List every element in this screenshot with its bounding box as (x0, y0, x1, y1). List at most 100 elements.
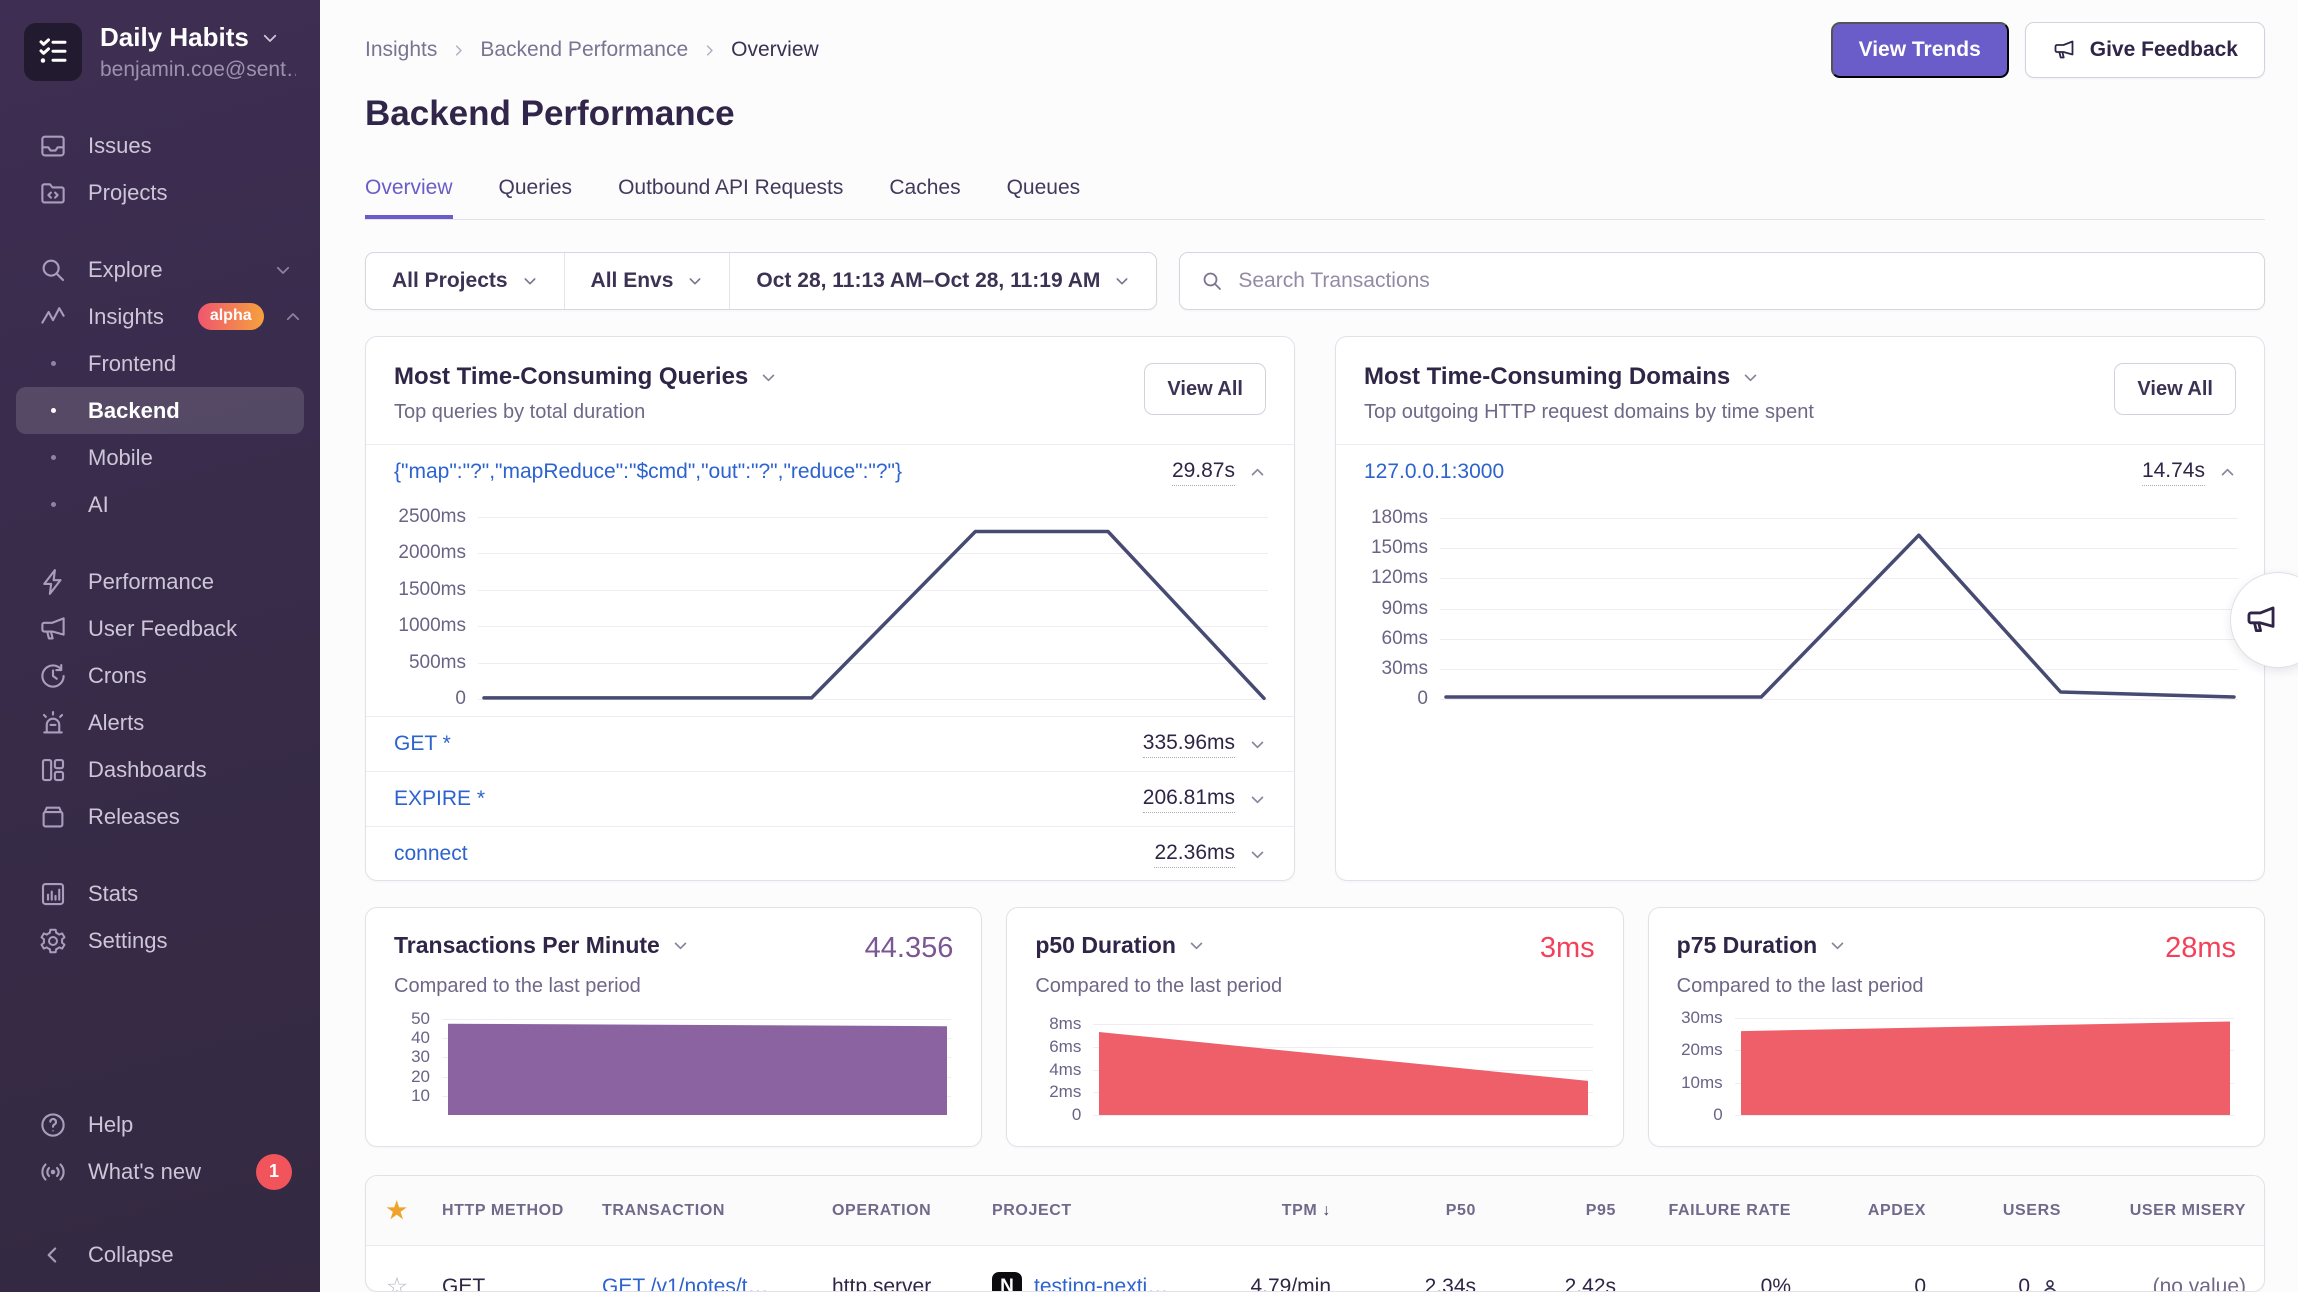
bullet-icon (38, 408, 68, 413)
org-switcher[interactable]: Daily Habits benjamin.coe@sent… (0, 22, 320, 82)
queries-view-all-button[interactable]: View All (1144, 363, 1266, 415)
star-outline-icon[interactable]: ☆ (386, 1273, 408, 1292)
breadcrumb: Insights Backend Performance Overview (365, 38, 819, 62)
sidebar-item-label: What's new (88, 1159, 201, 1185)
sidebar-item-label: Alerts (88, 710, 144, 736)
sidebar-item-label: Collapse (88, 1242, 174, 1268)
col-operation[interactable]: OPERATION (814, 1176, 974, 1246)
col-project[interactable]: PROJECT (974, 1176, 1204, 1246)
queries-panel-subtitle: Top queries by total duration (394, 401, 777, 424)
breadcrumb-insights[interactable]: Insights (365, 38, 437, 62)
col-p50[interactable]: P50 (1349, 1176, 1494, 1246)
date-range-filter[interactable]: Oct 28, 11:13 AM–Oct 28, 11:19 AM (730, 253, 1156, 309)
query-duration-value: 335.96ms (1143, 731, 1235, 758)
sidebar-item-user-feedback[interactable]: User Feedback (0, 605, 320, 652)
chevron-down-icon (1249, 791, 1266, 808)
chevron-down-icon (261, 29, 279, 47)
sidebar-item-crons[interactable]: Crons (0, 652, 320, 699)
col-failure-rate[interactable]: FAILURE RATE (1634, 1176, 1809, 1246)
view-trends-button[interactable]: View Trends (1831, 22, 2009, 78)
project-filter[interactable]: All Projects (366, 253, 565, 309)
col-p95[interactable]: P95 (1494, 1176, 1634, 1246)
tpm-title-dropdown[interactable]: Transactions Per Minute (394, 932, 689, 959)
queries-panel-header: Most Time-Consuming Queries Top queries … (366, 337, 1294, 444)
col-user-misery[interactable]: USER MISERY (2079, 1176, 2264, 1246)
org-avatar[interactable] (24, 23, 82, 81)
sidebar-collapse-button[interactable]: Collapse (0, 1231, 320, 1278)
sidebar-item-releases[interactable]: Releases (0, 793, 320, 840)
sidebar-item-explore[interactable]: Explore (0, 246, 320, 293)
p75-title-dropdown[interactable]: p75 Duration (1677, 932, 1847, 959)
col-apdex[interactable]: APDEX (1809, 1176, 1944, 1246)
pulse-line-icon (38, 302, 68, 332)
org-name[interactable]: Daily Habits (100, 22, 249, 53)
insight-panels: Most Time-Consuming Queries Top queries … (365, 336, 2265, 881)
query-duration-toggle[interactable]: 206.81ms (1143, 786, 1266, 813)
sidebar-item-settings[interactable]: Settings (0, 917, 320, 964)
star-filled-icon[interactable]: ★ (386, 1197, 407, 1223)
chevron-down-icon (1249, 736, 1266, 753)
cell-apdex: 0 (1809, 1246, 1944, 1292)
tab-queries[interactable]: Queries (499, 176, 573, 219)
sidebar-item-whats-new[interactable]: What's new 1 (0, 1148, 320, 1195)
cell-user-misery: (no value) (2079, 1246, 2264, 1292)
sidebar-item-label: User Feedback (88, 616, 237, 642)
tab-queues[interactable]: Queues (1007, 176, 1081, 219)
domain-duration-value: 14.74s (2142, 459, 2205, 486)
sidebar-item-backend[interactable]: Backend (16, 387, 304, 434)
sidebar-item-insights[interactable]: Insights alpha (0, 293, 320, 340)
query-link[interactable]: connect (394, 842, 468, 866)
metric-cards: Transactions Per Minute 44.356 Compared … (365, 907, 2265, 1147)
clock-icon (38, 661, 68, 691)
sidebar-item-label: Projects (88, 180, 167, 206)
col-http-method[interactable]: HTTP METHOD (424, 1176, 584, 1246)
chevron-down-icon (1829, 937, 1846, 954)
project-link[interactable]: testing-nextj… (1034, 1275, 1168, 1292)
col-tpm-sorted[interactable]: TPM ↓ (1204, 1176, 1349, 1246)
tab-caches[interactable]: Caches (889, 176, 960, 219)
chevron-down-icon (522, 273, 538, 289)
megaphone-icon (38, 614, 68, 644)
tab-outbound-api-requests[interactable]: Outbound API Requests (618, 176, 843, 219)
tab-overview[interactable]: Overview (365, 176, 453, 219)
p50-title-dropdown[interactable]: p50 Duration (1035, 932, 1205, 959)
query-duration-toggle[interactable]: 335.96ms (1143, 731, 1266, 758)
sidebar-item-projects[interactable]: Projects (0, 169, 320, 216)
p50-subtitle: Compared to the last period (1035, 975, 1594, 998)
chevron-down-icon (1114, 273, 1130, 289)
environment-filter[interactable]: All Envs (565, 253, 731, 309)
queries-panel: Most Time-Consuming Queries Top queries … (365, 336, 1295, 881)
domain-link[interactable]: 127.0.0.1:3000 (1364, 460, 1504, 484)
breadcrumb-backend-performance[interactable]: Backend Performance (480, 38, 688, 62)
domain-duration-toggle[interactable]: 14.74s (2142, 459, 2236, 486)
col-users[interactable]: USERS (1944, 1176, 2079, 1246)
queries-panel-title-dropdown[interactable]: Most Time-Consuming Queries (394, 363, 777, 391)
give-feedback-button[interactable]: Give Feedback (2025, 22, 2265, 78)
sidebar-item-ai[interactable]: AI (0, 481, 320, 528)
sidebar-item-dashboards[interactable]: Dashboards (0, 746, 320, 793)
sidebar-item-mobile[interactable]: Mobile (0, 434, 320, 481)
query-duration-toggle[interactable]: 22.36ms (1154, 841, 1266, 868)
domains-panel-title-dropdown[interactable]: Most Time-Consuming Domains (1364, 363, 1814, 391)
query-link[interactable]: EXPIRE * (394, 787, 485, 811)
sidebar-item-performance[interactable]: Performance (0, 558, 320, 605)
sidebar-item-help[interactable]: Help (0, 1101, 320, 1148)
query-duration-toggle[interactable]: 29.87s (1172, 459, 1266, 486)
breadcrumb-overview[interactable]: Overview (731, 38, 819, 62)
sidebar-item-stats[interactable]: Stats (0, 870, 320, 917)
chevron-up-icon (1249, 464, 1266, 481)
domains-view-all-button[interactable]: View All (2114, 363, 2236, 415)
sidebar-item-alerts[interactable]: Alerts (0, 699, 320, 746)
search-input[interactable] (1238, 269, 2244, 293)
main-content: Insights Backend Performance Overview Vi… (320, 0, 2298, 1292)
search-transactions-box[interactable] (1179, 252, 2265, 310)
sidebar-item-frontend[interactable]: Frontend (0, 340, 320, 387)
dashboard-grid-icon (38, 755, 68, 785)
query-link[interactable]: {"map":"?","mapReduce":"$cmd","out":"?",… (394, 460, 902, 484)
transaction-link[interactable]: GET /v1/notes/t… (602, 1275, 769, 1292)
sidebar-item-issues[interactable]: Issues (0, 122, 320, 169)
query-link[interactable]: GET * (394, 732, 451, 756)
col-transaction[interactable]: TRANSACTION (584, 1176, 814, 1246)
sidebar-item-label: Explore (88, 257, 163, 283)
nextjs-project-icon: N (992, 1272, 1022, 1292)
